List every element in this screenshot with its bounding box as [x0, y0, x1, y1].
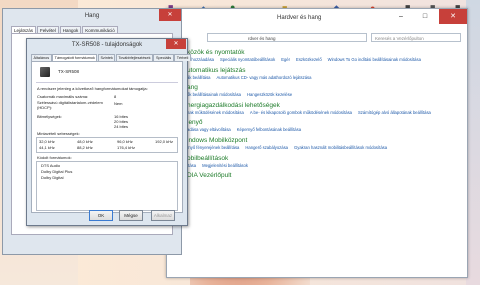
- address-bar[interactable]: rdver és hang: [207, 33, 367, 42]
- category-title[interactable]: indows Mobilközpont: [187, 137, 462, 145]
- category: lenyő adása vagy eltávolítása Képernyő fel…: [187, 119, 462, 133]
- category-link[interactable]: Automatikus CD- vagy más adathordozó lej…: [217, 75, 312, 80]
- search-input[interactable]: Keresés a Vezérlőpulton: [371, 33, 461, 42]
- device-name: TX-SR508: [58, 69, 80, 74]
- category-title[interactable]: lenyő: [187, 119, 462, 127]
- category-title[interactable]: nergiagazdálkodási lehetőségek: [187, 102, 462, 110]
- maximize-button[interactable]: □: [415, 9, 435, 24]
- category-title[interactable]: DIA Vezérlőpult: [187, 172, 462, 180]
- hdcp-value: Nem: [114, 101, 123, 106]
- category: nergiagazdálkodási lehetőségek nak működé…: [187, 102, 462, 116]
- encoded-formats-list: DTS Audio Dolby Digital Plus Dolby Digit…: [36, 161, 178, 211]
- category-link[interactable]: Speciális nyomtatóbeállítások: [220, 57, 275, 62]
- properties-dialog: TX-SR508 - tulajdonságok ✕ Általános Támo…: [26, 38, 191, 226]
- dialog-title-text: TX-SR508 - tulajdonságok: [71, 42, 143, 48]
- tab-levels[interactable]: Szintek: [97, 54, 116, 61]
- category-links: ők beállításainak módosítása Hangeszközök…: [187, 92, 462, 98]
- category-title[interactable]: ang: [187, 84, 462, 92]
- encoded-format: Dolby Digital: [41, 175, 64, 180]
- category-link[interactable]: nak működésének módosítása: [187, 110, 244, 115]
- encoded-format: Dolby Digital Plus: [41, 169, 73, 174]
- window-title: Hang: [84, 13, 100, 19]
- category-link[interactable]: A be- és kikapcsoló gombok működésének m…: [250, 110, 352, 115]
- category-link[interactable]: Képernyő felbontásának beállítása: [237, 127, 301, 132]
- category-links: ítása Megjelenítési beállítások: [187, 163, 462, 169]
- category-link[interactable]: Egér: [281, 57, 290, 62]
- tab-spatial[interactable]: Térbeli: [174, 54, 191, 61]
- category-link[interactable]: Számítógép alvó állapotának beállítása: [358, 110, 431, 115]
- category-link[interactable]: adása vagy eltávolítása: [187, 127, 231, 132]
- category-title[interactable]: közök és nyomtatók: [187, 49, 462, 57]
- category-link[interactable]: ák beállítása: [187, 75, 211, 80]
- category-link[interactable]: Eszközkezelő: [296, 57, 322, 62]
- category-title[interactable]: utomatikus lejátszás: [187, 67, 462, 75]
- speaker-device-icon: [40, 67, 50, 77]
- category-links: rnyő fényerejének beállítása Hangerő szab…: [187, 145, 462, 151]
- sample-rates-label: Mintavételi sebességek:: [37, 131, 80, 136]
- category-title[interactable]: obilbeállítások: [187, 155, 462, 163]
- encoded-formats-label: Kódolt formátumok:: [37, 155, 72, 160]
- window-title: Hardver és hang: [277, 15, 322, 21]
- supported-formats-panel: TX-SR508 A rendszer jelenleg a következő…: [31, 61, 183, 213]
- ok-button[interactable]: OK: [89, 210, 113, 221]
- control-panel-window: Hardver és hang – □ ✕ rdver és hang Kere…: [166, 8, 468, 278]
- max-channels-label: Csatornák maximális száma:: [37, 94, 89, 99]
- category-link[interactable]: Hangeszközök kezelése: [247, 92, 292, 97]
- hdcp-label: Szélessávú digitálistartalom-védelem (HD…: [37, 100, 103, 110]
- category: közök és nyomtatók ni hozzáadása Speciális…: [187, 49, 462, 63]
- tab-supported-formats[interactable]: Támogatott formátumok: [52, 54, 98, 61]
- tab-advanced[interactable]: Speciális: [153, 54, 174, 61]
- sample-rate: 96,0 kHz: [117, 139, 133, 144]
- sample-rate: 176,4 kHz: [117, 145, 136, 150]
- sample-rate: 48,0 kHz: [77, 139, 93, 144]
- sample-rate: 192,0 kHz: [155, 139, 174, 144]
- close-button[interactable]: ✕: [159, 9, 181, 21]
- category-links: ák beállítása Automatikus CD- vagy más ad…: [187, 75, 462, 81]
- close-button[interactable]: ✕: [439, 9, 467, 24]
- desktop-edge: [466, 0, 480, 285]
- sample-rate: 44,1 kHz: [39, 145, 55, 150]
- encoded-format: DTS Audio: [41, 163, 61, 168]
- tab-enhancements[interactable]: Továbbfejlesztések: [115, 54, 153, 61]
- sample-rate: 88,2 kHz: [77, 145, 93, 150]
- category: utomatikus lejátszás ák beállítása Automat…: [187, 67, 462, 81]
- category-links: nak működésének módosítása A be- és kikap…: [187, 110, 462, 116]
- max-channels-value: 8: [114, 94, 117, 99]
- divider: [36, 82, 178, 83]
- tab-strip: Általános Támogatott formátumok Szintek Tov…: [31, 54, 191, 61]
- category-link[interactable]: Megjelenítési beállítások: [202, 163, 248, 168]
- intro-text: A rendszer jelenleg a következő hangform…: [37, 86, 148, 91]
- bit-depth-label: Bitmélységek:: [37, 114, 62, 119]
- category-link[interactable]: ők beállításainak módosítása: [187, 92, 241, 97]
- tab-general[interactable]: Általános: [31, 54, 52, 61]
- sample-rate: 32,0 kHz: [39, 139, 55, 144]
- category-links: adása vagy eltávolítása Képernyő felbontá…: [187, 127, 462, 133]
- close-button[interactable]: ✕: [166, 39, 186, 49]
- category: DIA Vezérlőpult: [187, 172, 462, 180]
- dialog-title: TX-SR508 - tulajdonságok ✕: [27, 39, 187, 52]
- category: indows Mobilközpont rnyő fényerejének beá…: [187, 137, 462, 151]
- category: ang ők beállításainak módosítása Hangeszkö…: [187, 84, 462, 98]
- title-bar: Hardver és hang – □ ✕: [167, 9, 467, 31]
- bit-depth-item: 24 bites: [114, 124, 129, 129]
- category-link[interactable]: ítása: [187, 163, 196, 168]
- cancel-button[interactable]: Mégse: [119, 210, 143, 221]
- category-link[interactable]: Gyakran használt mobilitásbeállítások mó…: [294, 145, 387, 150]
- apply-button[interactable]: Alkalmaz: [151, 210, 175, 221]
- category-link[interactable]: Windows To Go indítási beállításainak mó…: [328, 57, 421, 62]
- category-list: közök és nyomtatók ni hozzáadása Speciális…: [187, 49, 462, 184]
- category-link[interactable]: Hangerő szabályozása: [245, 145, 288, 150]
- category: obilbeállítások ítása Megjelenítési beállí…: [187, 155, 462, 169]
- minimize-button[interactable]: –: [391, 9, 411, 24]
- category-links: ni hozzáadása Speciális nyomtatóbeállítás…: [187, 57, 462, 63]
- sample-rates-list: 32,0 kHz 48,0 kHz 96,0 kHz 192,0 kHz 44,…: [36, 137, 178, 153]
- category-link[interactable]: rnyő fényerejének beállítása: [187, 145, 239, 150]
